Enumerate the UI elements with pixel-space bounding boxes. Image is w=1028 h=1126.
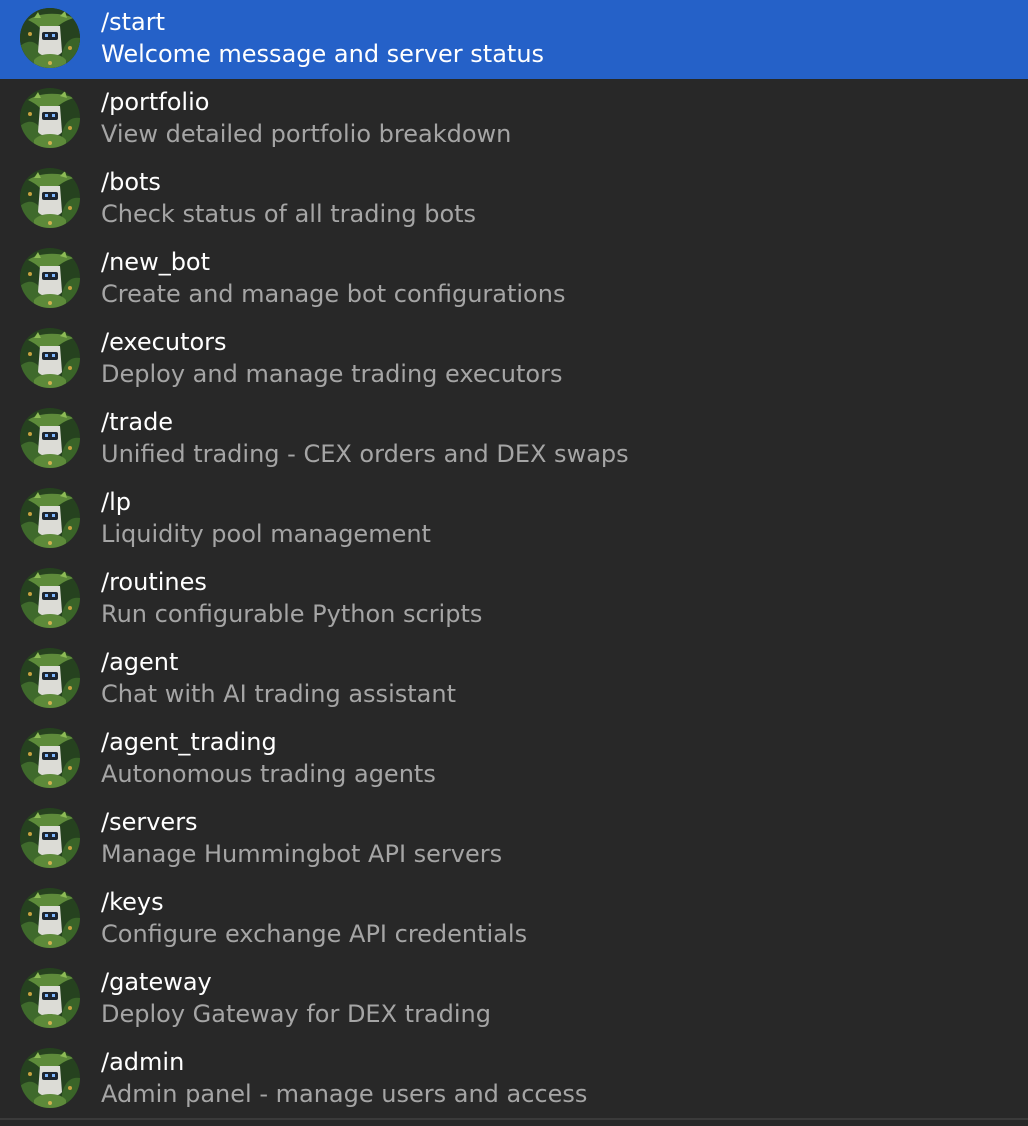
bot-avatar-icon [20,168,80,228]
command-description: Create and manage bot configurations [101,280,566,308]
command-description: Autonomous trading agents [101,760,436,788]
command-description: Run configurable Python scripts [101,600,483,628]
command-description: Configure exchange API credentials [101,920,528,948]
command-description: View detailed portfolio breakdown [101,120,512,148]
command-name: /servers [101,808,198,836]
list-bottom-divider [0,1118,1028,1120]
command-item-bots[interactable]: /bots Check status of all trading bots [0,160,1028,239]
bot-avatar-icon [20,728,80,788]
bot-avatar-icon [20,8,80,68]
command-item-routines[interactable]: /routines Run configurable Python script… [0,560,1028,639]
command-description: Welcome message and server status [101,40,545,68]
command-suggestion-list: /start Welcome message and server status… [0,0,1028,1126]
bot-avatar-icon [20,488,80,548]
bot-avatar-icon [20,888,80,948]
command-name: /portfolio [101,88,210,116]
command-name: /bots [101,168,161,196]
command-item-agent-trading[interactable]: /agent_trading Autonomous trading agents [0,720,1028,799]
command-item-agent[interactable]: /agent Chat with AI trading assistant [0,640,1028,719]
command-item-trade[interactable]: /trade Unified trading - CEX orders and … [0,400,1028,479]
command-item-executors[interactable]: /executors Deploy and manage trading exe… [0,320,1028,399]
command-item-admin[interactable]: /admin Admin panel - manage users and ac… [0,1040,1028,1119]
command-name: /lp [101,488,131,516]
command-item-gateway[interactable]: /gateway Deploy Gateway for DEX trading [0,960,1028,1039]
command-item-portfolio[interactable]: /portfolio View detailed portfolio break… [0,80,1028,159]
bot-avatar-icon [20,648,80,708]
bot-avatar-icon [20,968,80,1028]
command-description: Liquidity pool management [101,520,431,548]
command-description: Deploy Gateway for DEX trading [101,1000,491,1028]
command-description: Admin panel - manage users and access [101,1080,588,1108]
command-name: /trade [101,408,174,436]
command-name: /keys [101,888,164,916]
command-name: /gateway [101,968,212,996]
command-name: /start [101,8,165,36]
command-description: Chat with AI trading assistant [101,680,456,708]
command-description: Deploy and manage trading executors [101,360,563,388]
bot-avatar-icon [20,248,80,308]
command-item-start[interactable]: /start Welcome message and server status [0,0,1028,79]
command-description: Check status of all trading bots [101,200,477,228]
bot-avatar-icon [20,568,80,628]
bot-avatar-icon [20,328,80,388]
command-description: Manage Hummingbot API servers [101,840,503,868]
command-name: /executors [101,328,227,356]
command-item-servers[interactable]: /servers Manage Hummingbot API servers [0,800,1028,879]
bot-avatar-icon [20,808,80,868]
command-name: /agent_trading [101,728,277,756]
command-name: /routines [101,568,207,596]
command-name: /agent [101,648,179,676]
bot-avatar-icon [20,408,80,468]
bot-avatar-icon [20,1048,80,1108]
bot-avatar-icon [20,88,80,148]
command-name: /admin [101,1048,185,1076]
command-item-keys[interactable]: /keys Configure exchange API credentials [0,880,1028,959]
command-item-new-bot[interactable]: /new_bot Create and manage bot configura… [0,240,1028,319]
command-name: /new_bot [101,248,211,276]
command-description: Unified trading - CEX orders and DEX swa… [101,440,629,468]
command-item-lp[interactable]: /lp Liquidity pool management [0,480,1028,559]
